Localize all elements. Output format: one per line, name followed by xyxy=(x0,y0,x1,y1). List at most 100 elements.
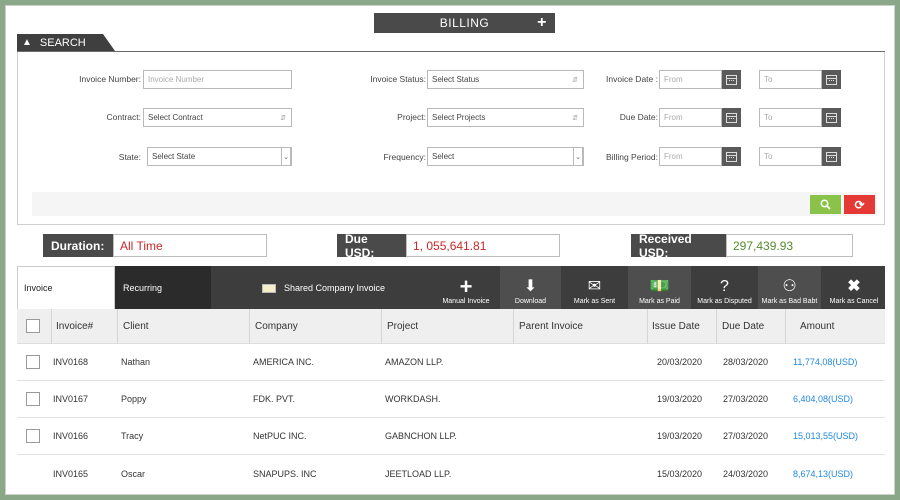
shared-legend-swatch xyxy=(262,283,276,293)
search-tab[interactable]: ▲ SEARCH xyxy=(17,34,115,51)
column-parent-invoice[interactable]: Parent Invoice xyxy=(519,309,583,343)
calendar-icon[interactable] xyxy=(822,108,841,127)
cell-project: GABNCHON LLP. xyxy=(385,431,457,441)
column-due-date[interactable]: Due Date xyxy=(722,309,764,343)
table-row[interactable]: INV0168 Nathan AMERICA INC. AMAZON LLP. … xyxy=(17,344,885,381)
due-date-to-input[interactable]: To xyxy=(759,108,822,127)
calendar-icon[interactable] xyxy=(822,70,841,89)
state-value: Select State xyxy=(152,152,196,161)
mark-as-sent-button[interactable]: ✉ Mark as Sent xyxy=(563,266,626,309)
download-button[interactable]: ⬇ Download xyxy=(500,266,561,309)
invoice-number-input[interactable]: Invoice Number xyxy=(143,70,292,89)
billing-period-to-input[interactable]: To xyxy=(759,147,822,166)
cell-due-date: 28/03/2020 xyxy=(723,357,769,367)
search-action-strip xyxy=(32,192,877,216)
tab-recurring[interactable]: Recurring xyxy=(115,266,211,309)
shared-company-label: Shared Company Invoice xyxy=(284,283,386,293)
project-select[interactable]: Select Projects ⇵ xyxy=(427,108,584,127)
table-row[interactable]: INV0165 Oscar SNAPUPS. INC JEETLOAD LLP.… xyxy=(17,455,885,492)
chevron-up-icon[interactable]: ▲ xyxy=(22,37,32,48)
invoice-date-label: Invoice Date : xyxy=(606,74,658,84)
mark-as-paid-button[interactable]: 💵 Mark as Paid xyxy=(628,266,691,309)
person-icon: ⚇ xyxy=(782,278,797,295)
manual-invoice-button[interactable]: + Manual Invoice xyxy=(434,266,498,309)
cell-project: WORKDASH. xyxy=(385,394,441,404)
refresh-icon: ⟳ xyxy=(854,197,865,212)
chevron-down-icon[interactable]: ⌄ xyxy=(281,147,291,166)
mark-as-disputed-button[interactable]: ? Mark as Disputed xyxy=(693,266,756,309)
column-project[interactable]: Project xyxy=(387,309,418,343)
refresh-button[interactable]: ⟳ xyxy=(844,195,875,214)
mark-as-cancel-label: Mark as Cancel xyxy=(829,298,879,305)
table-row[interactable]: INV0167 Poppy FDK. PVT. WORKDASH. 19/03/… xyxy=(17,381,885,418)
due-date-from-input[interactable]: From xyxy=(659,108,722,127)
search-button[interactable] xyxy=(810,195,841,214)
calendar-icon[interactable] xyxy=(722,70,741,89)
page-title: BILLING xyxy=(439,16,490,30)
invoice-toolbar: Invoice Recurring Shared Company Invoice… xyxy=(17,266,885,309)
row-checkbox[interactable] xyxy=(26,392,40,406)
mark-as-disputed-label: Mark as Disputed xyxy=(697,298,752,305)
cell-project: JEETLOAD LLP. xyxy=(385,468,452,479)
state-label: State: xyxy=(118,152,141,162)
cell-due-date: 27/03/2020 xyxy=(723,394,769,404)
contract-label: Contract: xyxy=(106,112,142,122)
invoice-date-to-input[interactable]: To xyxy=(759,70,822,89)
column-company[interactable]: Company xyxy=(255,309,298,343)
mark-as-cancel-button[interactable]: ✖ Mark as Cancel xyxy=(823,266,885,309)
cell-company: NetPUC INC. xyxy=(253,431,307,441)
cell-amount[interactable]: 15,013,55(USD) xyxy=(793,418,858,454)
state-select[interactable]: Select State ⌄ xyxy=(147,147,292,166)
row-checkbox[interactable] xyxy=(26,429,40,443)
due-usd-value: 1, 055,641.81 xyxy=(406,234,560,257)
column-amount[interactable]: Amount xyxy=(800,309,834,343)
mark-as-paid-label: Mark as Paid xyxy=(639,298,680,305)
cell-invoice: INV0167 xyxy=(53,394,89,404)
cell-client: Tracy xyxy=(121,431,144,441)
cell-amount[interactable]: 6,404,08(USD) xyxy=(793,381,853,417)
select-all-checkbox[interactable] xyxy=(26,319,40,333)
cell-issue-date: 15/03/2020 xyxy=(657,468,703,479)
mark-as-bad-debt-button[interactable]: ⚇ Mark as Bad Babt xyxy=(758,266,821,309)
shared-company-legend: Shared Company Invoice xyxy=(262,283,385,293)
row-checkbox[interactable] xyxy=(26,355,40,369)
frequency-label: Frequency: xyxy=(383,152,426,162)
mark-as-sent-label: Mark as Sent xyxy=(573,298,616,305)
plus-icon: + xyxy=(459,274,473,299)
cell-issue-date: 20/03/2020 xyxy=(657,357,703,367)
duration-label: Duration: xyxy=(43,234,113,257)
invoice-status-select[interactable]: Select Status ⇵ xyxy=(427,70,584,89)
calendar-icon[interactable] xyxy=(722,108,741,127)
project-value: Select Projects xyxy=(432,113,486,122)
search-tab-label: SEARCH xyxy=(39,36,86,49)
column-client[interactable]: Client xyxy=(123,309,149,343)
received-usd-label: Received USD: xyxy=(631,232,726,260)
table-header: Invoice# Client Company Project Parent I… xyxy=(17,309,885,344)
cell-amount[interactable]: 11,774,08(USD) xyxy=(793,344,857,380)
billing-frame: BILLING + ▲ SEARCH Invoice Number: Invoi… xyxy=(5,5,895,495)
billing-period-from-input[interactable]: From xyxy=(659,147,722,166)
cell-invoice: INV0165 xyxy=(53,468,89,479)
contract-select[interactable]: Select Contract ⇵ xyxy=(143,108,292,127)
search-icon xyxy=(820,199,831,210)
search-panel: Invoice Number: Invoice Number Invoice S… xyxy=(17,52,885,225)
cell-client: Oscar xyxy=(121,468,146,479)
duration-value: All Time xyxy=(113,234,267,257)
column-issue-date[interactable]: Issue Date xyxy=(652,309,700,343)
tab-invoice[interactable]: Invoice xyxy=(17,266,115,309)
due-date-label: Due Date: xyxy=(619,112,658,122)
plus-icon[interactable]: + xyxy=(537,14,547,32)
invoice-table: Invoice# Client Company Project Parent I… xyxy=(17,309,885,492)
invoice-date-from-input[interactable]: From xyxy=(659,70,722,89)
column-invoice[interactable]: Invoice# xyxy=(56,309,93,343)
table-row[interactable]: INV0166 Tracy NetPUC INC. GABNCHON LLP. … xyxy=(17,418,885,455)
frequency-select[interactable]: Select ⌄ xyxy=(427,147,584,166)
download-label: Download xyxy=(514,298,547,305)
calendar-icon[interactable] xyxy=(822,147,841,166)
cell-invoice: INV0166 xyxy=(53,431,89,441)
cell-due-date: 27/03/2020 xyxy=(723,431,769,441)
invoice-number-label: Invoice Number: xyxy=(79,74,141,84)
money-icon: 💵 xyxy=(649,278,670,295)
cell-amount[interactable]: 8,674,13(USD) xyxy=(793,455,853,492)
calendar-icon[interactable] xyxy=(722,147,741,166)
